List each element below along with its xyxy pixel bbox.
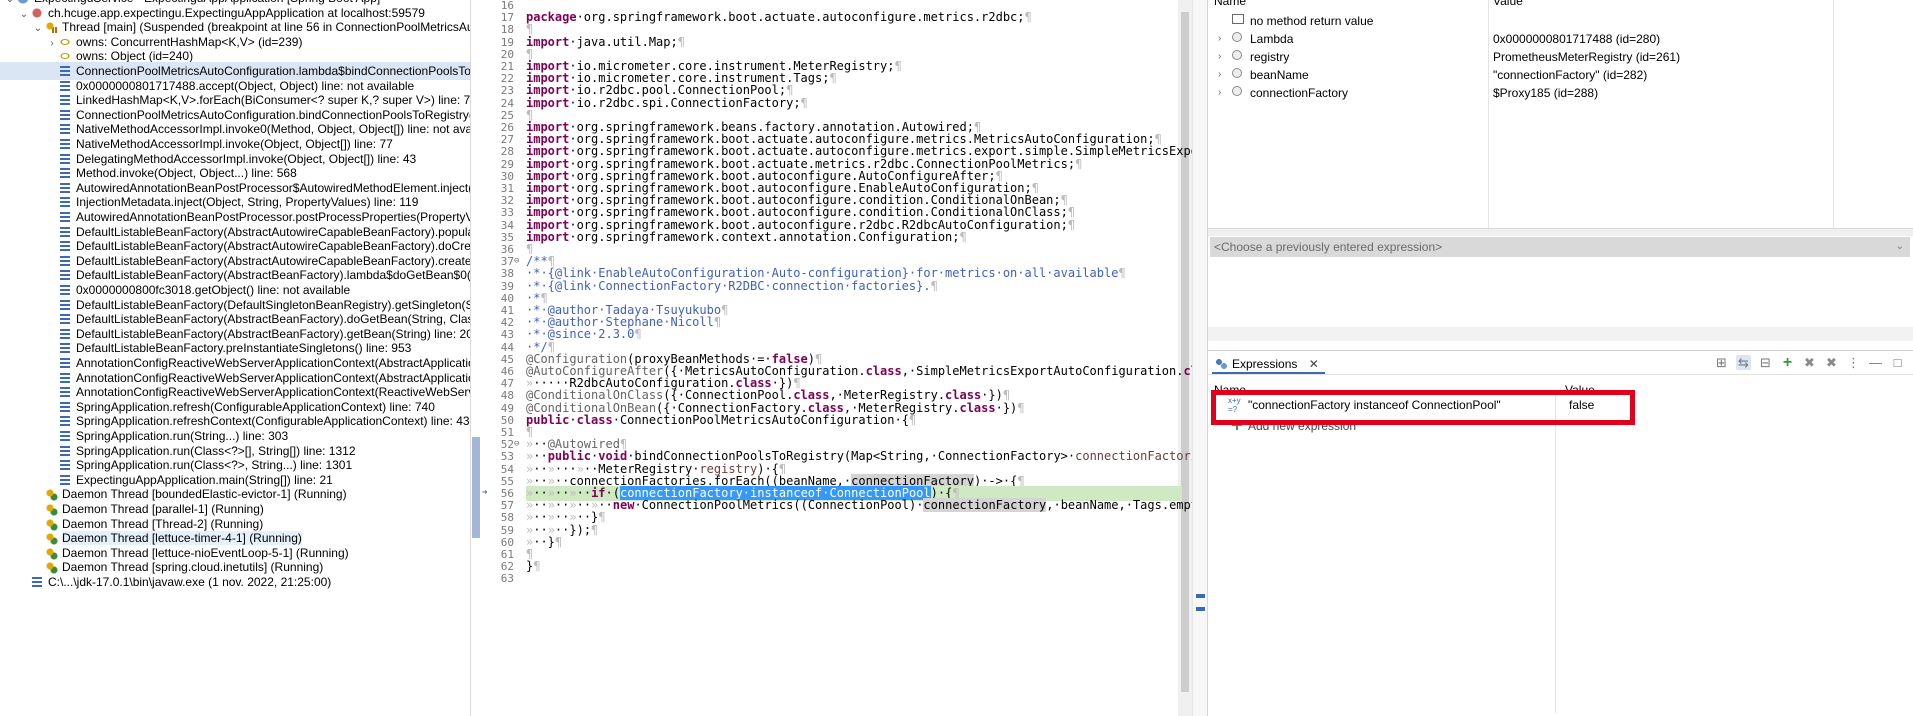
detail-pane-separator[interactable]: [1208, 228, 1913, 236]
expand-toggle-icon[interactable]: ›: [1218, 48, 1221, 66]
show-type-names-icon[interactable]: ⊞: [1714, 355, 1729, 370]
eclipse-debug-perspective: ⌄ExpectinguService - ExpectinguAppApplic…: [0, 0, 1913, 716]
overview-ruler[interactable]: [1192, 0, 1208, 716]
return-value-icon: [1232, 14, 1244, 24]
show-logical-structure-icon[interactable]: ⇆: [1736, 355, 1751, 370]
collapse-all-icon[interactable]: ⊟: [1758, 355, 1773, 370]
expression-value: false: [1569, 398, 1595, 412]
watch-expression-icon: x+y =?: [1228, 396, 1241, 414]
variable-value: $Proxy185 (id=288): [1493, 86, 1599, 100]
fold-toggle-icon[interactable]: ⊖: [514, 254, 524, 269]
add-new-expression-row[interactable]: Add new expression: [1212, 417, 1902, 435]
variable-value: "connectionFactory" (id=282): [1493, 68, 1648, 82]
ruler-marker[interactable]: [1196, 607, 1205, 611]
expression-text: "connectionFactory instanceof Connection…: [1248, 398, 1501, 412]
debug-tree-label: C:\...\jdk-17.0.1\bin\javaw.exe (1 nov. …: [48, 575, 332, 589]
variable-row[interactable]: › beanName "connectionFactory" (id=282): [1208, 66, 1913, 84]
variable-row[interactable]: no method return value: [1208, 12, 1913, 30]
editor-vertical-scrollbar[interactable]: [1178, 0, 1192, 716]
fold-toggle-icon[interactable]: ⊖: [514, 437, 524, 452]
variable-row[interactable]: › registry PrometheusMeterRegistry (id=261…: [1208, 48, 1913, 66]
expressions-view: Expressions ✕ ⊞ ⇆ ⊟ + ✖ ✖ ⋮ — □ Name Val…: [1208, 350, 1913, 716]
variable-row[interactable]: › Lambda 0x0000000801717488 (id=280): [1208, 30, 1913, 48]
variable-icon: [1232, 32, 1242, 42]
variable-value: PrometheusMeterRegistry (id=261): [1493, 50, 1681, 64]
code-line[interactable]: }¶: [526, 559, 540, 574]
change-marker: [472, 522, 480, 538]
code-line[interactable]: package·org.springframework.boot.actuate…: [526, 10, 1032, 25]
tab-expressions[interactable]: Expressions ✕: [1212, 354, 1325, 374]
expression-row[interactable]: x+y =? "connectionFactory instanceof Conne…: [1212, 396, 1902, 414]
variable-name: registry: [1250, 50, 1290, 64]
stack-frame-icon: [30, 575, 44, 589]
variables-view: Name Value no method return value › Lambda…: [1208, 0, 1913, 345]
variable-name: no method return value: [1250, 14, 1374, 28]
stack-frame[interactable]: C:\...\jdk-17.0.1\bin\javaw.exe (1 nov. …: [0, 573, 331, 591]
expand-toggle-icon[interactable]: ›: [1218, 66, 1221, 84]
expressions-col-value[interactable]: Value: [1565, 383, 1595, 397]
tab-expressions-label: Expressions: [1232, 357, 1298, 371]
variable-icon: [1232, 50, 1242, 60]
maximize-icon[interactable]: □: [1890, 355, 1905, 370]
editor-marker-strip: [472, 0, 480, 716]
code-line[interactable]: import·java.util.Map;¶: [526, 35, 685, 50]
variable-name: Lambda: [1250, 32, 1294, 46]
java-editor[interactable]: 16 17 package·org.springframework.boot.act…: [472, 0, 1192, 716]
view-menu-icon[interactable]: ⋮: [1846, 355, 1861, 370]
chevron-down-icon[interactable]: ⌄: [1896, 237, 1904, 257]
expand-toggle-icon[interactable]: ›: [1218, 30, 1221, 48]
add-expression-icon[interactable]: +: [1780, 355, 1795, 371]
expressions-tabbar: Expressions ✕ ⊞ ⇆ ⊟ + ✖ ✖ ⋮ — □: [1208, 351, 1913, 375]
variable-row[interactable]: › connectionFactory $Proxy185 (id=288): [1208, 84, 1913, 102]
add-icon: [1232, 420, 1242, 430]
code-line[interactable]: »··»··»··»··new·ConnectionPoolMetrics((C…: [526, 498, 1192, 513]
expressions-icon: [1215, 358, 1228, 370]
expressions-toolbar: ⊞ ⇆ ⊟ + ✖ ✖ ⋮ — □: [1714, 355, 1905, 373]
expression-history-combo[interactable]: <Choose a previously entered expression>…: [1210, 237, 1910, 257]
variable-value: 0x0000000801717488 (id=280): [1493, 32, 1661, 46]
variables-col-name[interactable]: Name: [1214, 0, 1246, 8]
line-number[interactable]: 63: [480, 571, 514, 586]
code-line[interactable]: ·*·{@link·ConnectionFactory·R2DBC·connec…: [526, 279, 938, 294]
code-line[interactable]: import·io.r2dbc.spi.ConnectionFactory;¶: [526, 96, 808, 111]
column-divider: [1555, 393, 1556, 713]
variable-icon: [1232, 68, 1242, 78]
remove-expression-icon[interactable]: ✖: [1802, 355, 1817, 370]
expand-toggle-icon[interactable]: ›: [1218, 84, 1221, 102]
expressions-col-name[interactable]: Name: [1214, 383, 1246, 397]
remove-all-expressions-icon[interactable]: ✖: [1824, 355, 1839, 370]
variable-name: connectionFactory: [1250, 86, 1349, 100]
close-icon[interactable]: ✕: [1309, 357, 1319, 371]
code-line[interactable]: import·org.springframework.context.annot…: [526, 230, 967, 245]
variables-col-value[interactable]: Value: [1493, 0, 1523, 8]
ruler-marker[interactable]: [1196, 594, 1205, 598]
minimize-icon[interactable]: —: [1868, 355, 1883, 370]
debug-view: ⌄ExpectinguService - ExpectinguAppApplic…: [0, 0, 471, 716]
variables-horizontal-scrollbar[interactable]: [1208, 327, 1913, 341]
editor-scroll-thumb[interactable]: [1181, 12, 1189, 692]
add-new-expression-label: Add new expression: [1248, 419, 1357, 433]
combo-placeholder: <Choose a previously entered expression>: [1214, 240, 1443, 254]
variable-icon: [1232, 86, 1242, 96]
code-line[interactable]: public·class·ConnectionPoolMetricsAutoCo…: [526, 413, 916, 428]
variable-name: beanName: [1250, 68, 1309, 82]
